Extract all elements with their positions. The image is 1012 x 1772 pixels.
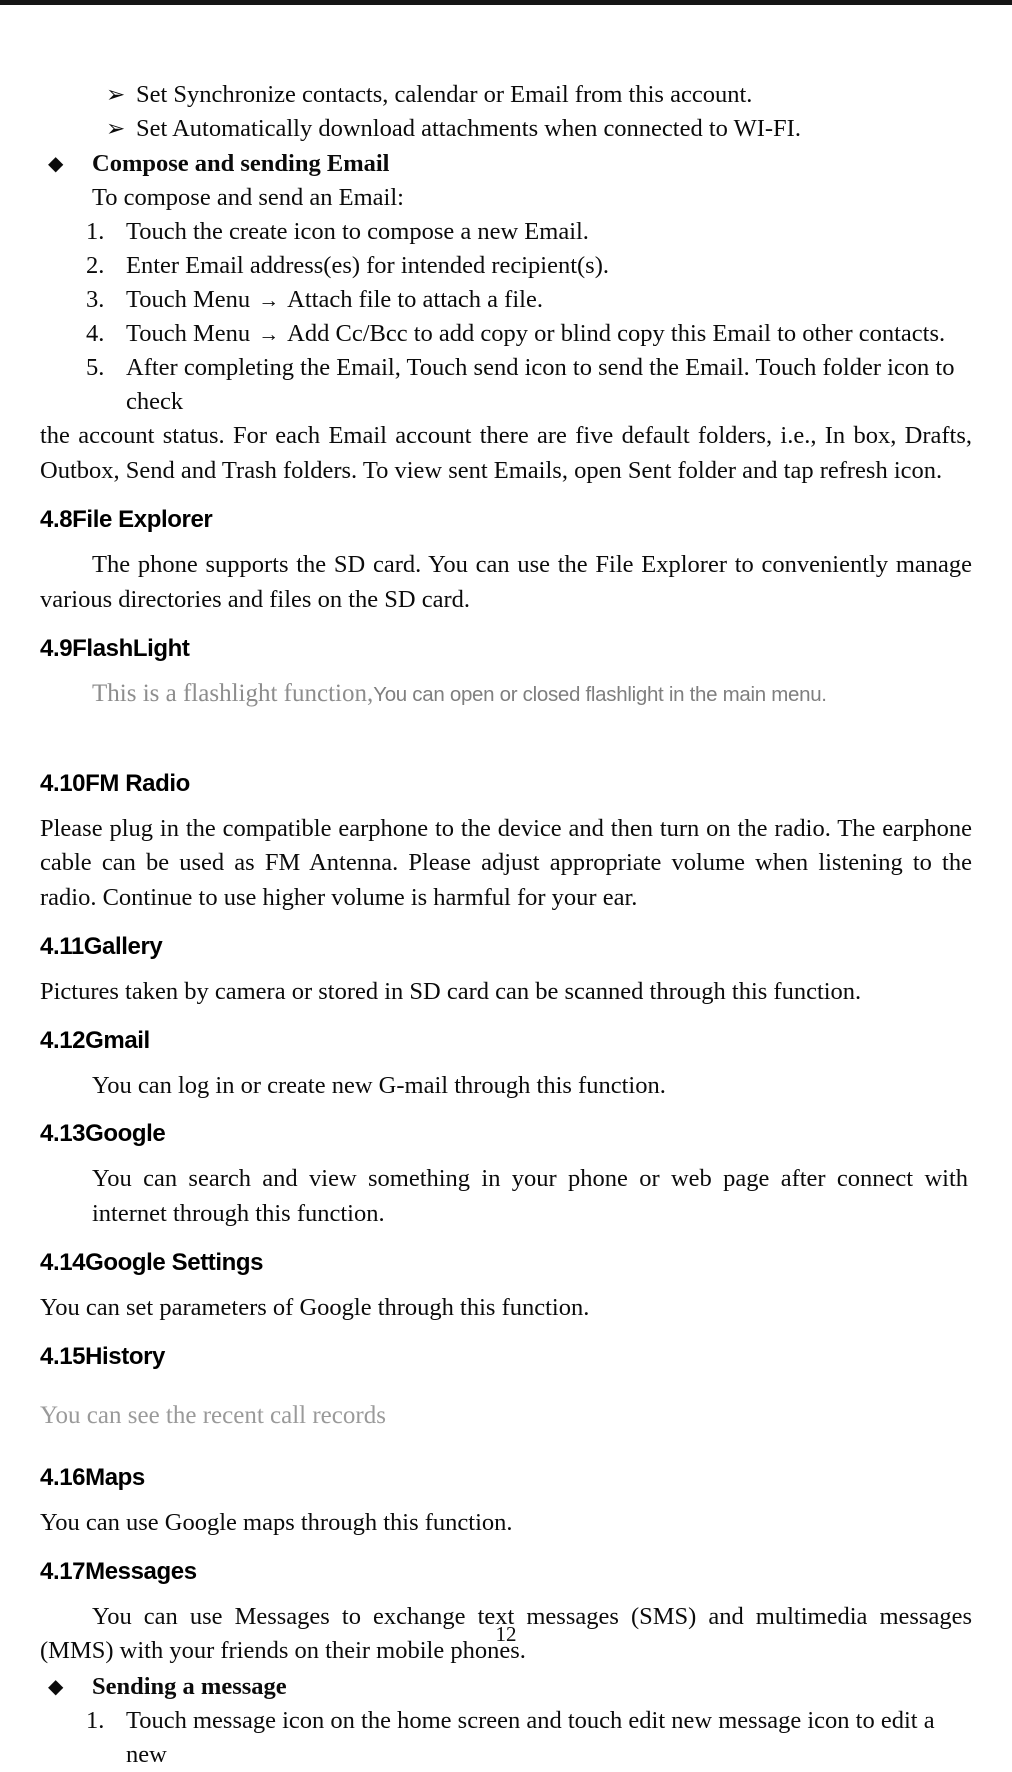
section-body-flashlight: This is a flashlight function,You can op…: [40, 677, 972, 712]
right-arrow-icon: →: [258, 288, 280, 312]
list-item-label-post: Add Cc/Bcc to add copy or blind copy thi…: [287, 320, 946, 347]
list-item-label: Touch the create icon to compose a new E…: [126, 218, 589, 245]
list-item-label: Enter Email address(es) for intended rec…: [126, 252, 610, 279]
list-item-label: Touch message icon on the home screen an…: [126, 1706, 935, 1768]
section-heading-google-settings: 4.14Google Settings: [40, 1249, 264, 1276]
right-arrow-icon: →: [258, 322, 280, 346]
list-item-number: 3.: [86, 286, 105, 313]
section-body-google: You can search and view something in you…: [92, 1165, 968, 1227]
list-item: 3. Touch Menu → Attach file to attach a fi…: [40, 283, 972, 317]
section-heading-gallery: 4.11Gallery: [40, 933, 163, 960]
compose-email-step5-continuation: the account status. For each Email accou…: [40, 422, 972, 484]
section-heading-maps: 4.16Maps: [40, 1464, 145, 1491]
sending-message-subheading-label: Sending a message: [92, 1672, 287, 1700]
list-item-label-post: Attach file to attach a file.: [287, 286, 543, 313]
manual-page: ➢ Set Synchronize contacts, calendar or …: [0, 0, 1012, 1768]
section-body-history: You can see the recent call records: [40, 1401, 386, 1429]
list-item: ➢ Set Synchronize contacts, calendar or …: [40, 78, 972, 112]
section-body-gallery: Pictures taken by camera or stored in SD…: [40, 978, 862, 1005]
list-item: 2. Enter Email address(es) for intended …: [40, 249, 972, 283]
list-item: 4. Touch Menu → Add Cc/Bcc to add copy or …: [40, 317, 972, 351]
list-item-number: 4.: [86, 320, 105, 347]
list-item: ➢ Set Automatically download attachments…: [40, 112, 972, 146]
list-item-number: 1.: [86, 218, 105, 245]
flashlight-body-serif-run: This is a flashlight function,: [92, 680, 374, 707]
section-heading-google: 4.13Google: [40, 1120, 166, 1147]
list-item-label: Set Synchronize contacts, calendar or Em…: [136, 81, 753, 108]
compose-email-step-list: 1. Touch the create icon to compose a ne…: [40, 215, 972, 419]
list-item-label: Set Automatically download attachments w…: [136, 115, 801, 142]
section-heading-fm-radio: 4.10FM Radio: [40, 769, 190, 797]
list-item: 1. Touch the create icon to compose a ne…: [40, 215, 972, 249]
list-item-label-pre: Touch Menu: [126, 286, 251, 313]
arrowhead-bullet-icon: ➢: [106, 82, 126, 107]
list-item: 1. Touch message icon on the home screen…: [40, 1704, 972, 1772]
section-body-maps: You can use Google maps through this fun…: [40, 1509, 513, 1536]
diamond-bullet-icon: ◆: [48, 153, 64, 175]
flashlight-body-sans-run: You can open or closed flashlight in the…: [373, 683, 827, 706]
section-heading-flashlight: 4.9FlashLight: [40, 635, 190, 662]
section-heading-messages: 4.17Messages: [40, 1557, 197, 1585]
section-body-google-settings: You can set parameters of Google through…: [40, 1294, 590, 1321]
list-item-number: 2.: [86, 252, 105, 279]
section-body-gmail: You can log in or create new G-mail thro…: [92, 1071, 666, 1099]
page-number: 12: [495, 1622, 517, 1646]
sending-message-step-list: 1. Touch message icon on the home screen…: [40, 1704, 972, 1772]
section-heading-history: 4.15History: [40, 1342, 165, 1370]
compose-email-subheading: ◆ Compose and sending Email: [40, 146, 972, 181]
list-item-label: After completing the Email, Touch send i…: [126, 354, 955, 415]
diamond-bullet-icon: ◆: [48, 1675, 64, 1698]
email-sub-bullet-list: ➢ Set Synchronize contacts, calendar or …: [40, 78, 972, 146]
compose-email-subheading-label: Compose and sending Email: [92, 150, 390, 177]
section-heading-file-explorer: 4.8File Explorer: [40, 506, 213, 533]
list-item-number: 1.: [86, 1706, 105, 1734]
list-item-number: 5.: [86, 354, 105, 381]
section-heading-gmail: 4.12Gmail: [40, 1026, 150, 1054]
arrowhead-bullet-icon: ➢: [106, 116, 126, 141]
section-body-fm-radio: Please plug in the compatible earphone t…: [40, 814, 972, 911]
compose-email-intro: To compose and send an Email:: [92, 184, 404, 211]
section-body-file-explorer: The phone supports the SD card. You can …: [40, 551, 972, 613]
list-item: 5. After completing the Email, Touch sen…: [40, 351, 972, 419]
sending-message-subheading: ◆ Sending a message: [40, 1669, 972, 1704]
list-item-label-pre: Touch Menu: [126, 320, 251, 347]
